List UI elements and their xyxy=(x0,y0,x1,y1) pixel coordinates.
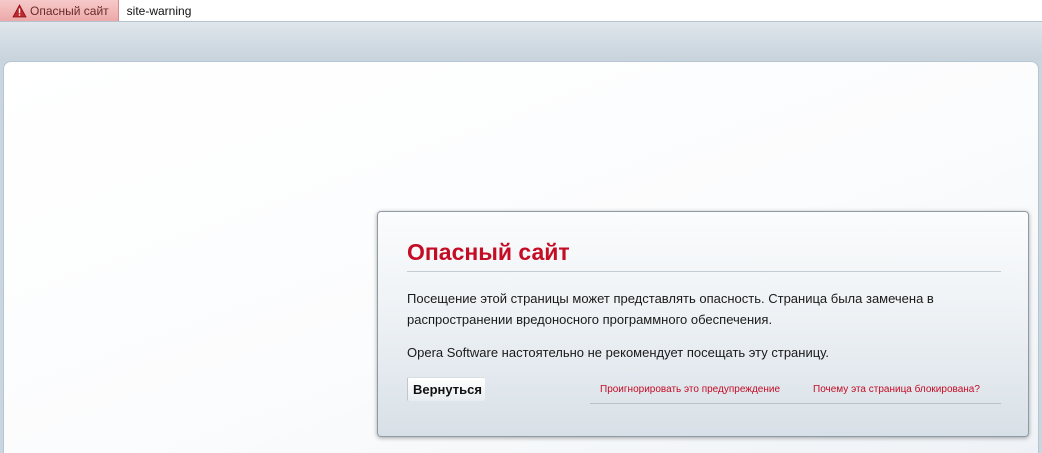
ignore-warning-link[interactable]: Проигнорировать это предупреждение xyxy=(600,384,780,395)
security-badge[interactable]: Опасный сайт xyxy=(0,0,119,21)
dialog-title: Опасный сайт xyxy=(407,239,570,265)
address-bar: Опасный сайт site-warning xyxy=(0,0,1042,22)
links-divider xyxy=(590,403,1001,404)
warning-description: Посещение этой страницы может представля… xyxy=(407,291,934,327)
warning-triangle-icon xyxy=(12,3,27,18)
security-badge-label: Опасный сайт xyxy=(30,3,109,18)
browser-window: Опасный сайт site-warning Опасный сайт П… xyxy=(0,0,1042,453)
title-divider xyxy=(407,271,1001,272)
warning-dialog: Опасный сайт Посещение этой страницы мож… xyxy=(377,211,1029,437)
why-blocked-link[interactable]: Почему эта страница блокирована? xyxy=(813,384,980,395)
toolbar-strip xyxy=(0,22,1042,60)
back-button[interactable]: Вернуться xyxy=(407,377,485,401)
warning-recommendation: Opera Software настоятельно не рекоменду… xyxy=(407,345,829,360)
address-input[interactable]: site-warning xyxy=(127,4,192,18)
